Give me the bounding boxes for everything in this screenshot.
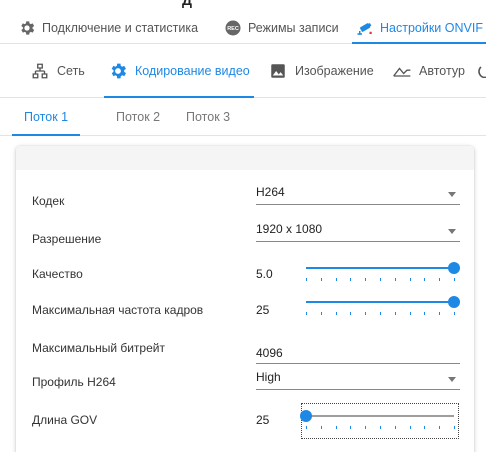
settings-tab-bar: Сеть Кодирование видео Изображение Автот… (0, 44, 486, 98)
tab-onvif-settings[interactable]: Настройки ONVIF (352, 12, 486, 44)
tab-connection-stats[interactable]: Подключение и статистика (18, 12, 198, 43)
slider-tick (409, 426, 411, 429)
slider-tick (320, 426, 322, 429)
slider-tick (350, 312, 352, 315)
h264-profile-label: Профиль H264 (32, 375, 116, 389)
image-icon (268, 61, 288, 81)
rec-icon: REC (224, 19, 242, 37)
slider-track (306, 301, 454, 303)
tab-label: Режимы записи (248, 20, 339, 35)
chevron-down-icon (448, 229, 456, 234)
max-bitrate-input[interactable]: 4096 (256, 342, 460, 364)
tab-image[interactable]: Изображение (268, 44, 374, 97)
tab-recording-modes[interactable]: REC Режимы записи (224, 12, 339, 43)
slider-tick (424, 312, 426, 315)
h264-profile-select[interactable]: High (256, 368, 460, 390)
codec-value: H264 (256, 185, 285, 199)
slider-tick (365, 278, 367, 281)
slider-tick (454, 426, 455, 429)
tab-label: Кодирование видео (135, 63, 250, 78)
slider-tick (424, 426, 426, 429)
tab-label: Подключение и статистика (42, 20, 199, 35)
tab-stream-3[interactable]: Поток 3 (186, 98, 230, 135)
slider-tick (454, 312, 455, 315)
slider-tick (335, 312, 337, 315)
slider-thumb[interactable] (448, 296, 460, 308)
network-icon (30, 61, 50, 81)
gov-length-value: 25 (256, 413, 270, 427)
quality-value: 5.0 (256, 267, 273, 281)
gov-length-label: Длина GOV (32, 413, 98, 427)
codec-label: Кодек (32, 194, 65, 208)
tab-label: Поток 3 (186, 109, 231, 124)
tab-label: Поток 2 (116, 109, 161, 124)
slider-tick (439, 312, 441, 315)
tab-label: Настройки ONVIF (380, 20, 483, 35)
slider-tick (306, 312, 307, 315)
slider-tick (320, 312, 322, 315)
tab-label: Изображение (295, 63, 374, 78)
quality-label: Качество (32, 267, 83, 281)
tour-icon (392, 61, 412, 81)
max-bitrate-label: Максимальный битрейт (32, 341, 165, 355)
max-fps-label: Максимальная частота кадров (32, 303, 204, 317)
slider-tick (306, 278, 307, 281)
slider-tick (454, 278, 455, 281)
gear-icon (108, 61, 128, 81)
slider-thumb[interactable] (448, 262, 460, 274)
slider-tick (350, 426, 352, 429)
encoding-settings-card: Кодек H264 Разрешение 1920 x 1080 Качест… (16, 146, 474, 452)
resolution-select[interactable]: 1920 x 1080 (256, 220, 460, 242)
slider-tick (409, 312, 411, 315)
slider-tick (380, 278, 381, 281)
gear-icon (18, 19, 36, 37)
slider-tick (335, 426, 337, 429)
slider-tick (394, 278, 396, 281)
quality-slider[interactable] (302, 262, 460, 284)
h264-profile-value: High (256, 370, 281, 384)
resolution-label: Разрешение (32, 232, 102, 246)
slider-tick (380, 426, 381, 429)
stream-tab-bar: Поток 1 Поток 2 Поток 3 (0, 98, 486, 136)
tab-label: Автотур (419, 63, 465, 78)
slider-tick (394, 426, 396, 429)
tab-autotour[interactable]: Автотур (392, 44, 465, 97)
slider-tick (350, 278, 352, 281)
max-fps-slider[interactable] (302, 296, 460, 318)
tab-stream-1[interactable]: Поток 1 (11, 98, 81, 136)
header-text-fragment: Д (182, 0, 193, 8)
slider-tick (365, 426, 367, 429)
main-tab-bar: Подключение и статистика REC Режимы запи… (0, 12, 486, 44)
svg-text:REC: REC (227, 26, 239, 32)
slider-tick (365, 312, 367, 315)
tab-stream-2[interactable]: Поток 2 (116, 98, 160, 135)
tab-label: Поток 1 (24, 109, 69, 124)
chevron-down-icon (448, 192, 456, 197)
resolution-value: 1920 x 1080 (256, 222, 323, 236)
slider-tick (424, 278, 426, 281)
slider-thumb[interactable] (300, 410, 312, 422)
slider-tick (439, 426, 441, 429)
slider-tick (394, 312, 396, 315)
slider-tick (380, 312, 381, 315)
tab-label: Сеть (57, 63, 85, 78)
codec-select[interactable]: H264 (256, 183, 460, 205)
overflow-icon[interactable] (478, 64, 486, 78)
slider-rail (306, 415, 454, 417)
card-header (16, 146, 474, 170)
slider-tick (409, 278, 411, 281)
max-bitrate-value: 4096 (256, 346, 283, 360)
chevron-down-icon (448, 377, 456, 382)
camera-icon (356, 19, 374, 37)
slider-track (306, 267, 454, 269)
slider-tick (439, 278, 441, 281)
window-header-fragment: Д (0, 0, 486, 12)
tab-network[interactable]: Сеть (30, 44, 85, 97)
tab-video-encoding[interactable]: Кодирование видео (104, 44, 254, 98)
slider-tick (335, 278, 337, 281)
max-fps-value: 25 (256, 303, 270, 317)
gov-length-slider[interactable] (300, 403, 459, 439)
slider-tick (320, 278, 322, 281)
slider-tick (306, 426, 307, 429)
